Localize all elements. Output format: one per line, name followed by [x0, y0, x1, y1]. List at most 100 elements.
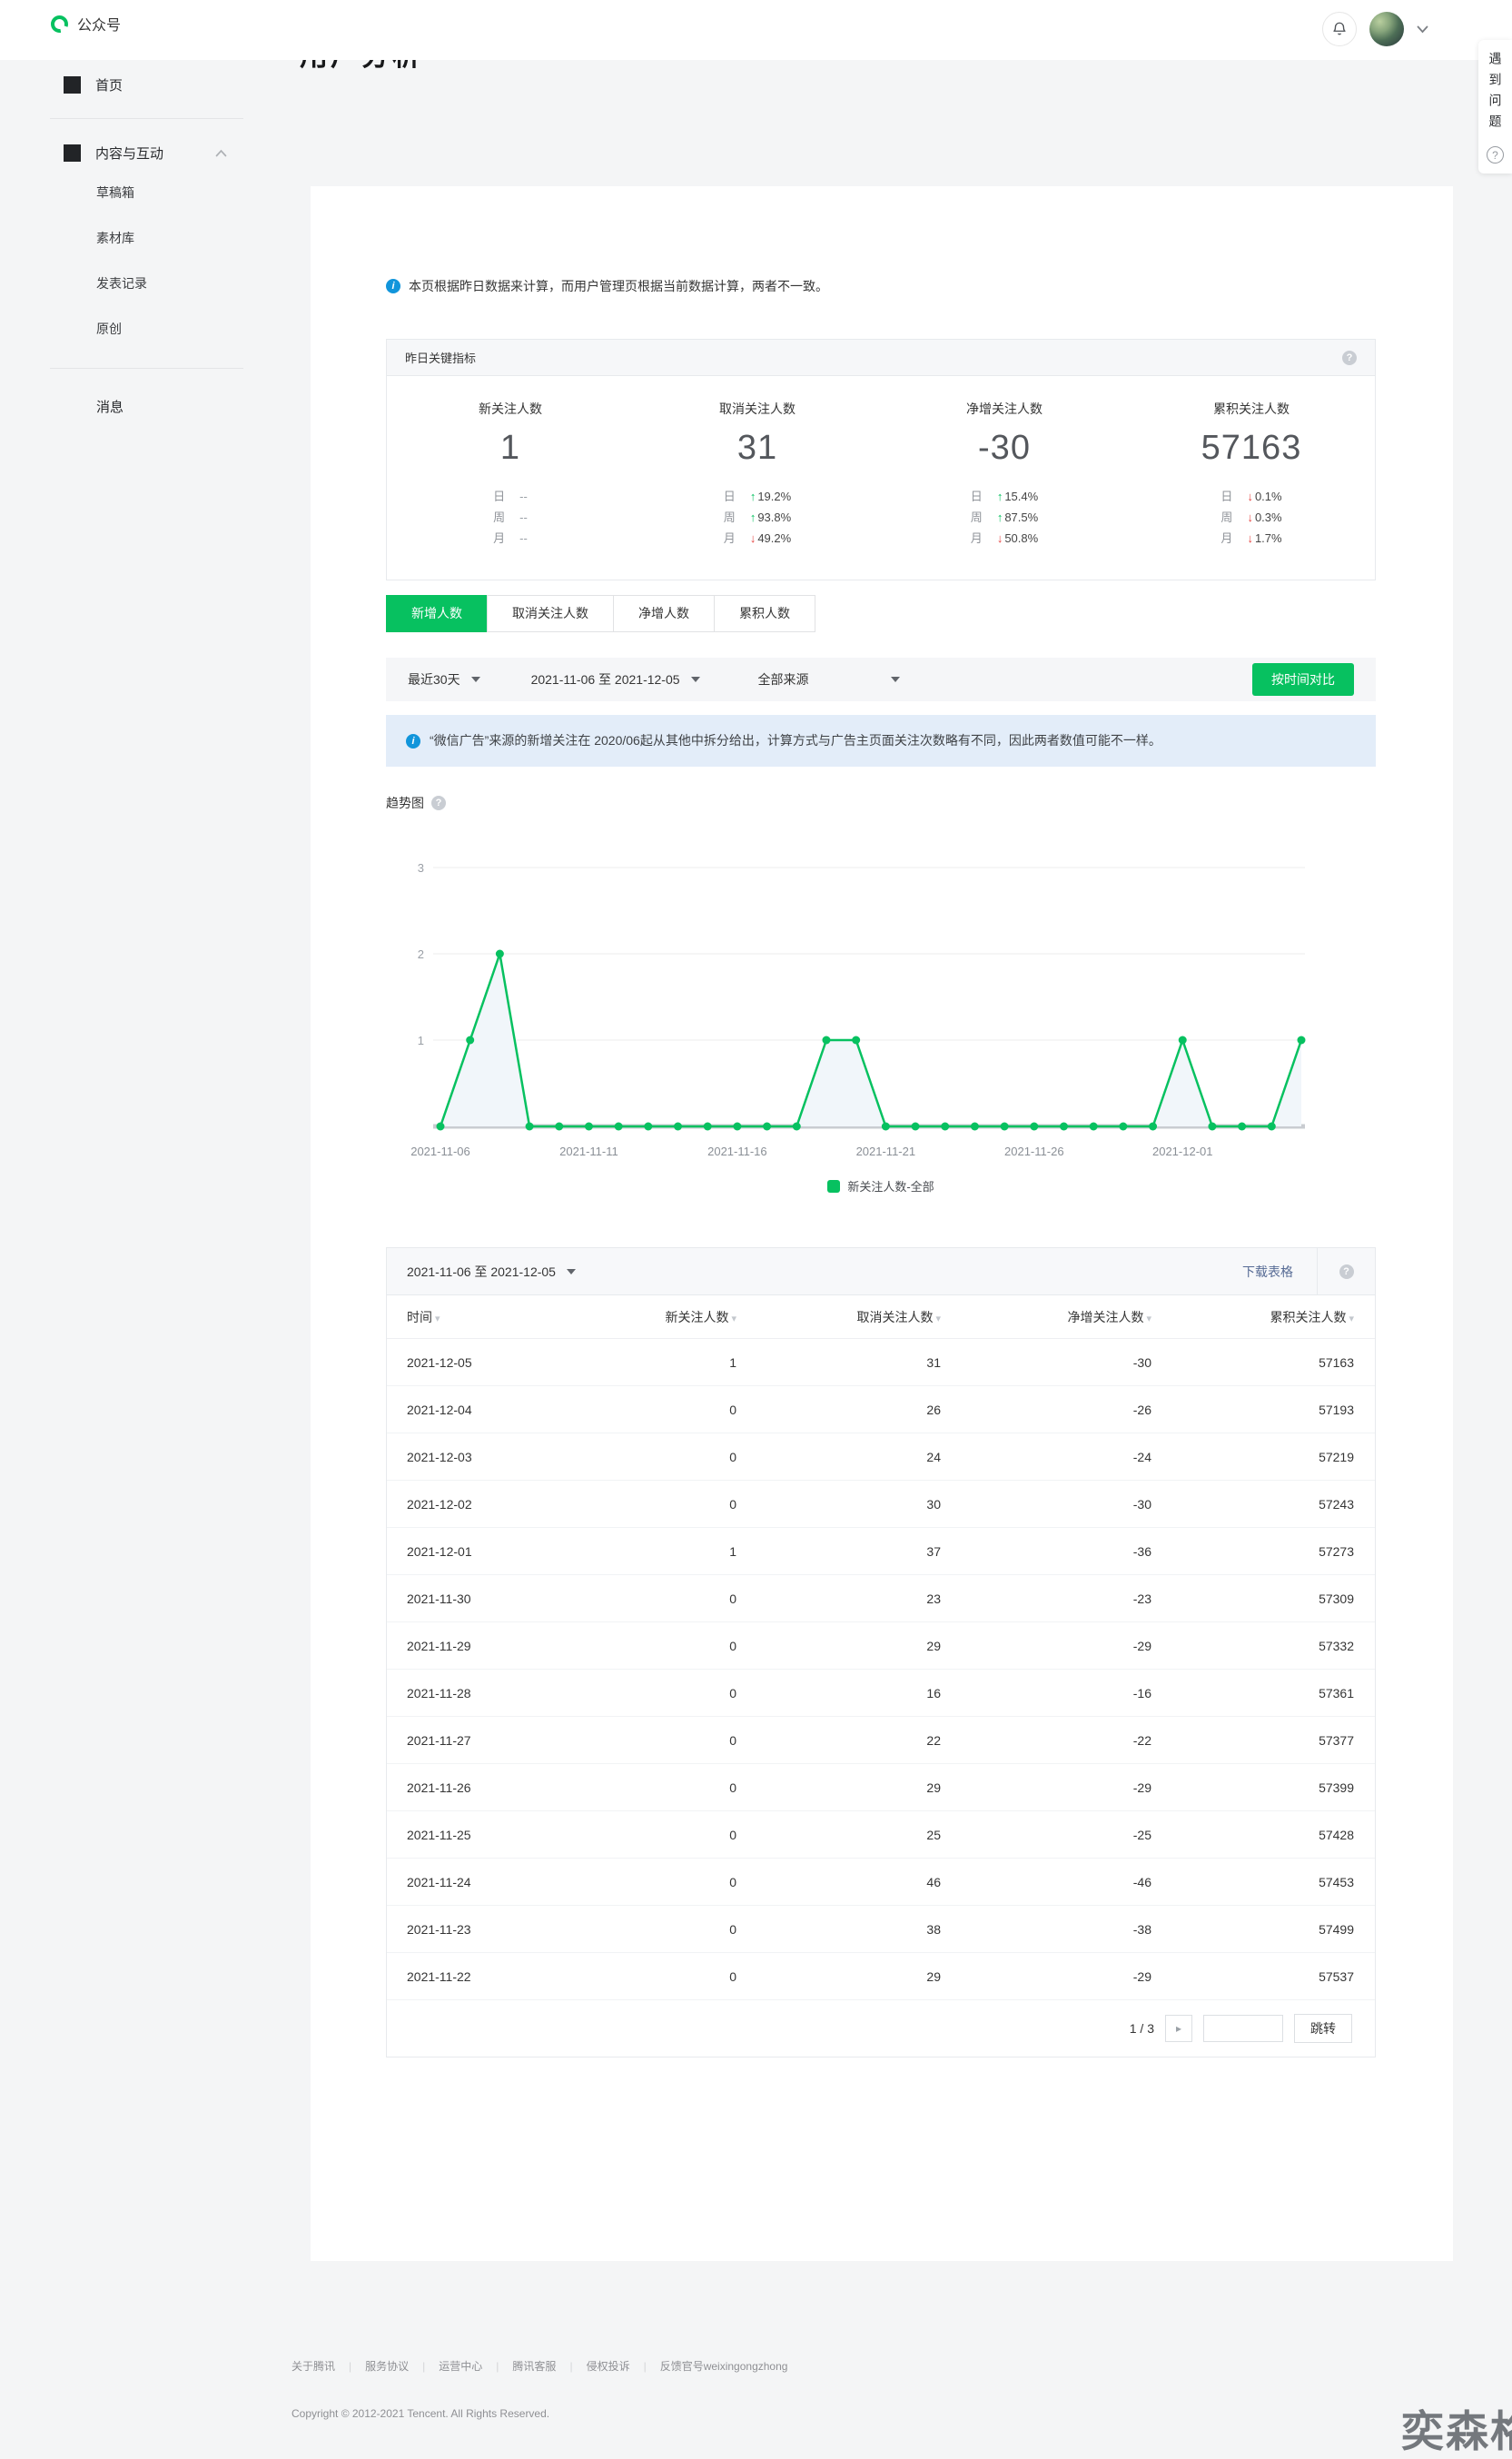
app-logo[interactable]: 公众号: [50, 13, 121, 35]
date-range-dropdown[interactable]: 2021-11-06 至 2021-12-05: [531, 670, 700, 689]
footer-separator: |: [569, 2360, 572, 2373]
trend-change: ↓50.8%: [997, 528, 1038, 549]
page-jump-input[interactable]: [1203, 2015, 1283, 2042]
metric-label: 新关注人数: [387, 400, 634, 418]
footer-link[interactable]: 服务协议: [365, 2358, 409, 2374]
help-question-icon[interactable]: ?: [1339, 1264, 1354, 1279]
trend-change: ↓1.7%: [1247, 528, 1281, 549]
footer-link[interactable]: 腾讯客服: [512, 2358, 556, 2374]
tab-cumulative-count[interactable]: 累积人数: [714, 595, 815, 632]
metric-column: 累积关注人数57163日↓0.1%周↓0.3%月↓1.7%: [1128, 400, 1375, 549]
table-row: 2021-11-22029-2957537: [387, 1953, 1375, 2000]
chevron-up-icon[interactable]: [215, 145, 227, 161]
table-cell: 29: [736, 1780, 941, 1795]
sidebar-item-publish-history[interactable]: 发表记录: [50, 261, 243, 306]
arrow-up-icon: ↑: [997, 486, 1003, 507]
sidebar-item-drafts[interactable]: 草稿箱: [50, 170, 243, 215]
trend-chart[interactable]: 1232021-11-062021-11-112021-11-162021-11…: [386, 818, 1376, 1174]
avatar[interactable]: [1369, 12, 1404, 46]
svg-text:2021-12-01: 2021-12-01: [1152, 1145, 1213, 1158]
help-widget[interactable]: 遇到问题 ?: [1478, 40, 1512, 174]
help-question-icon[interactable]: ?: [431, 796, 446, 810]
source-dropdown[interactable]: 全部来源: [758, 670, 900, 689]
sidebar-item-messages[interactable]: 消息: [50, 385, 243, 427]
compare-by-time-button[interactable]: 按时间对比: [1252, 663, 1354, 696]
table-cell: 38: [736, 1922, 941, 1937]
footer-link[interactable]: 关于腾讯: [292, 2358, 335, 2374]
help-question-icon[interactable]: ?: [1342, 351, 1357, 365]
tab-net-count[interactable]: 净增人数: [613, 595, 715, 632]
page-jump-button[interactable]: 跳转: [1294, 2014, 1352, 2043]
info-banner: i 本页根据昨日数据来计算，而用户管理页根据当前数据计算，两者不一致。: [386, 186, 1376, 295]
table-cell: 0: [532, 1780, 736, 1795]
table-row: 2021-11-28016-1657361: [387, 1670, 1375, 1717]
trend-period: 日: [724, 486, 736, 507]
chart-legend-item[interactable]: 新关注人数-全部: [386, 1177, 1376, 1195]
metric-label: 取消关注人数: [634, 400, 881, 418]
table-cell: 2021-11-22: [387, 1969, 532, 1984]
tab-unsubscribe-count[interactable]: 取消关注人数: [487, 595, 614, 632]
range-dropdown[interactable]: 最近30天: [408, 670, 480, 689]
table-cell: 2021-11-30: [387, 1591, 532, 1606]
sidebar-item-content-interaction[interactable]: 内容与互动: [50, 135, 243, 170]
table-cell: 0: [532, 1639, 736, 1653]
table-cell: 2021-11-26: [387, 1780, 532, 1795]
notifications-button[interactable]: [1322, 12, 1357, 46]
footer-link[interactable]: 反馈官号weixingongzhong: [660, 2358, 788, 2374]
table-row: 2021-12-02030-3057243: [387, 1481, 1375, 1528]
table-cell: -24: [941, 1450, 1151, 1464]
tab-new-count[interactable]: 新增人数: [386, 595, 488, 632]
table-cell: 2021-11-28: [387, 1686, 532, 1700]
column-header-3[interactable]: 净增关注人数▾: [941, 1308, 1151, 1326]
column-header-0[interactable]: 时间▾: [387, 1308, 532, 1326]
trend-change-value: 49.2%: [757, 528, 791, 549]
table-cell: -38: [941, 1922, 1151, 1937]
caret-down-icon: [691, 677, 700, 682]
column-header-4[interactable]: 累积关注人数▾: [1151, 1308, 1354, 1326]
legend-swatch-icon: [827, 1180, 840, 1193]
table-cell: -30: [941, 1355, 1151, 1370]
download-table-link[interactable]: 下载表格: [1242, 1263, 1317, 1281]
trend-change: --: [519, 507, 528, 528]
sidebar-item-home[interactable]: 首页: [50, 67, 243, 102]
table-cell: 2021-11-23: [387, 1922, 532, 1937]
footer-link[interactable]: 侵权投诉: [587, 2358, 630, 2374]
svg-text:2: 2: [418, 947, 424, 961]
trend-row: 周↑87.5%: [971, 507, 1038, 528]
question-circle-icon: ?: [1487, 146, 1504, 164]
svg-text:3: 3: [418, 861, 424, 875]
trend-row: 周↑93.8%: [724, 507, 791, 528]
arrow-down-icon: ↓: [1247, 507, 1253, 528]
arrow-down-icon: ↓: [997, 528, 1003, 549]
table-cell: 2021-12-05: [387, 1355, 532, 1370]
trend-period: 月: [1220, 528, 1232, 549]
svg-text:2021-11-26: 2021-11-26: [1004, 1145, 1064, 1158]
chevron-down-icon[interactable]: [1417, 25, 1428, 34]
svg-text:2021-11-21: 2021-11-21: [856, 1145, 916, 1158]
arrow-up-icon: ↑: [750, 486, 756, 507]
footer-link[interactable]: 运营中心: [439, 2358, 482, 2374]
sort-caret-icon: ▾: [435, 1314, 440, 1324]
table-cell: 2021-12-02: [387, 1497, 532, 1512]
table-row: 2021-11-26029-2957399: [387, 1764, 1375, 1811]
column-header-1[interactable]: 新关注人数▾: [532, 1308, 736, 1326]
table-cell: -29: [941, 1969, 1151, 1984]
sidebar-item-original[interactable]: 原创: [50, 306, 243, 352]
table-cell: -30: [941, 1497, 1151, 1512]
table-row: 2021-12-01137-3657273: [387, 1528, 1375, 1575]
metric-column: 净增关注人数-30日↑15.4%周↑87.5%月↓50.8%: [881, 400, 1128, 549]
metric-tabs: 新增人数取消关注人数净增人数累积人数: [386, 595, 1376, 632]
column-header-2[interactable]: 取消关注人数▾: [736, 1308, 941, 1326]
topbar: 公众号: [0, 0, 1512, 60]
table-cell: 0: [532, 1591, 736, 1606]
table-cell: 57219: [1151, 1450, 1354, 1464]
trend-period: 周: [493, 507, 505, 528]
next-page-button[interactable]: ▸: [1165, 2015, 1192, 2042]
table-cell: -22: [941, 1733, 1151, 1748]
info-banner-text: 本页根据昨日数据来计算，而用户管理页根据当前数据计算，两者不一致。: [409, 277, 828, 295]
info-icon: i: [406, 734, 420, 749]
table-date-range-dropdown[interactable]: 2021-11-06 至 2021-12-05: [407, 1263, 576, 1281]
sidebar-item-assets[interactable]: 素材库: [50, 215, 243, 261]
svg-text:2021-11-06: 2021-11-06: [410, 1145, 470, 1158]
sidebar-divider: [50, 368, 243, 369]
